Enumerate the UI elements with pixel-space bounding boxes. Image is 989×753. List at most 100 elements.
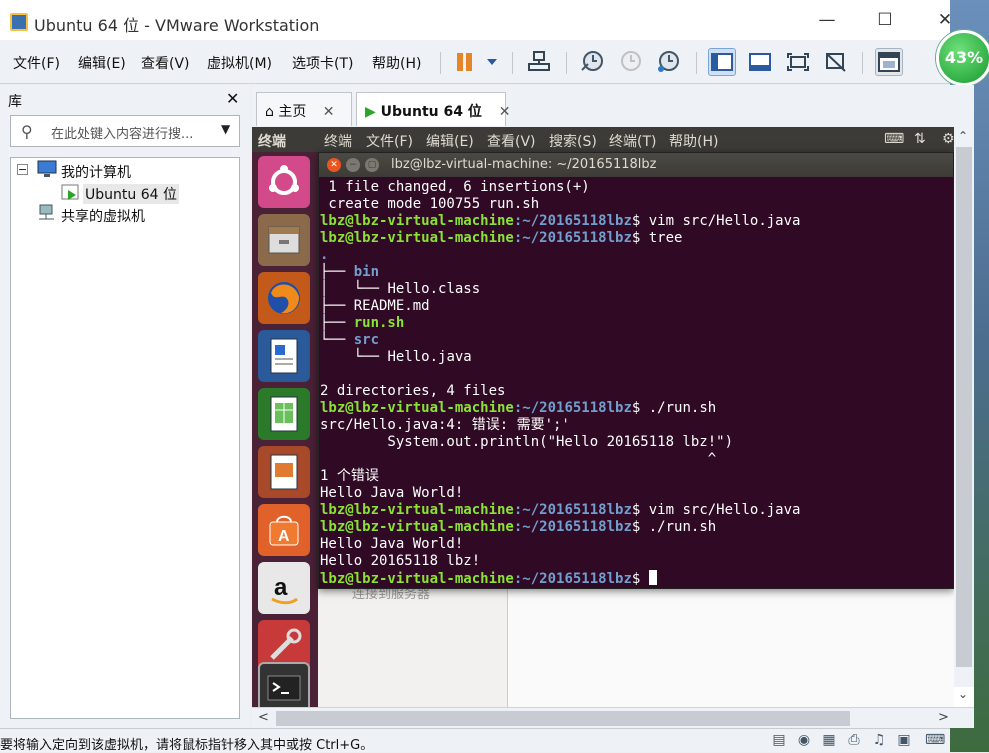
tree-item-my-computer[interactable]: 我的计算机	[61, 162, 131, 182]
impress-icon[interactable]	[258, 446, 310, 498]
snapshot-button[interactable]	[578, 48, 606, 76]
ubuntu-menu-terminal-t[interactable]: 终端(T)	[609, 131, 656, 151]
prompt-end: $	[631, 230, 649, 246]
sound-icon[interactable]: ♫	[870, 732, 888, 750]
unity-button[interactable]	[822, 48, 850, 76]
terminal-minimize-icon[interactable]: −	[346, 158, 360, 172]
firefox-icon[interactable]	[258, 272, 310, 324]
tree-item-ubuntu-vm[interactable]: Ubuntu 64 位	[83, 184, 179, 204]
minimize-button[interactable]: —	[815, 8, 839, 32]
prompt-user: lbz@lbz-virtual-machine	[320, 400, 514, 416]
scroll-right-icon[interactable]: >	[938, 710, 949, 725]
console-view-button[interactable]	[875, 48, 903, 76]
status-bar: 要将输入定向到该虚拟机，请将鼠标指针移入其中或按 Ctrl+G。 ▤ ◉ ▦ ⎙…	[0, 728, 950, 753]
menu-help[interactable]: 帮助(H)	[372, 53, 421, 73]
cd-drive-icon[interactable]: ◉	[795, 732, 813, 750]
horizontal-scrollbar[interactable]: < >	[252, 707, 974, 728]
ubuntu-menu-terminal[interactable]: 终端	[324, 131, 352, 151]
vertical-scroll-thumb[interactable]	[956, 147, 972, 667]
tab-ubuntu[interactable]: ▶ Ubuntu 64 位 ✕	[356, 92, 510, 126]
tree-line: └── Hello.java	[320, 349, 472, 365]
library-close-button[interactable]: ✕	[226, 89, 239, 108]
ubuntu-menu-help[interactable]: 帮助(H)	[669, 131, 718, 151]
network-icon	[528, 51, 550, 71]
send-ctrl-alt-del-button[interactable]	[525, 48, 553, 76]
home-icon: ⌂	[265, 104, 274, 120]
console-view-icon	[878, 52, 900, 72]
tree-line: │ └── Hello.class	[320, 281, 481, 297]
search-placeholder: 在此处键入内容进行搜...	[51, 127, 194, 142]
terminal-line: Hello 20165118 lbz!	[320, 553, 481, 569]
files-icon[interactable]	[258, 214, 310, 266]
ubuntu-top-panel: 终端 终端 文件(F) 编辑(E) 查看(V) 搜索(S) 终端(T) 帮助(H…	[252, 127, 974, 152]
toolbar-divider	[696, 52, 697, 74]
tab-home-close-icon[interactable]: ✕	[323, 104, 335, 120]
library-panel: 库 ✕ ⚲ 在此处键入内容进行搜... ▼ − 我的计算机 Ubuntu 64 …	[0, 85, 250, 728]
ubuntu-menu-search[interactable]: 搜索(S)	[549, 131, 597, 151]
tab-home[interactable]: ⌂ 主页 ✕	[256, 92, 352, 126]
fullscreen-button[interactable]	[784, 48, 812, 76]
vm-console[interactable]: 终端 终端 文件(F) 编辑(E) 查看(V) 搜索(S) 终端(T) 帮助(H…	[252, 127, 974, 707]
display-icon[interactable]: ▣	[895, 732, 913, 750]
hard-disk-icon[interactable]: ▤	[770, 732, 788, 750]
tree-line: ├── bin	[320, 264, 380, 280]
prompt-path: :~/20165118lbz	[513, 400, 632, 416]
scroll-down-icon[interactable]: ⌄	[958, 687, 968, 701]
network-adapter-icon[interactable]: ▦	[820, 732, 838, 750]
library-title: 库	[8, 94, 22, 110]
toolbar-divider	[862, 52, 863, 74]
command: vim src/Hello.java	[648, 213, 801, 229]
ime-icon[interactable]: ⌨	[925, 732, 945, 750]
terminal-maximize-icon[interactable]: ▢	[365, 158, 379, 172]
menu-edit[interactable]: 编辑(E)	[78, 53, 126, 73]
terminal-line: ^	[320, 451, 717, 467]
revert-snapshot-button[interactable]	[616, 48, 644, 76]
command: ./run.sh	[648, 519, 717, 535]
ubuntu-menu-view[interactable]: 查看(V)	[487, 131, 536, 151]
ubuntu-menu-file[interactable]: 文件(F)	[366, 131, 413, 151]
printer-icon[interactable]: ⎙	[845, 732, 863, 750]
library-layout-icon	[711, 53, 733, 71]
network-arrows-icon[interactable]: ⇅	[914, 131, 926, 147]
pause-button[interactable]	[452, 48, 500, 76]
menu-tabs[interactable]: 选项卡(T)	[292, 53, 353, 73]
command: vim src/Hello.java	[648, 502, 801, 518]
library-search-input[interactable]: ⚲ 在此处键入内容进行搜... ▼	[10, 115, 240, 147]
tree-line: └── src	[320, 332, 380, 348]
terminal-line: 1 个错误	[320, 468, 379, 484]
menu-view[interactable]: 查看(V)	[141, 53, 190, 73]
collapse-icon[interactable]: −	[17, 164, 28, 175]
tab-ubuntu-close-icon[interactable]: ✕	[499, 104, 511, 120]
maximize-button[interactable]: ☐	[873, 8, 897, 32]
terminal-prompt-line: lbz@lbz-virtual-machine:~/20165118lbz$	[320, 570, 953, 588]
menu-file[interactable]: 文件(F)	[13, 53, 60, 73]
thumbnail-bar-button[interactable]	[746, 48, 774, 76]
prompt-end: $	[631, 502, 649, 518]
scroll-left-icon[interactable]: <	[258, 710, 269, 725]
terminal-line: 2 directories, 4 files	[320, 383, 506, 399]
terminal-window[interactable]: ✕ − ▢ lbz@lbz-virtual-machine: ~/2016511…	[318, 152, 954, 589]
calc-icon[interactable]	[258, 388, 310, 440]
fullscreen-icon	[787, 53, 809, 71]
software-center-icon[interactable]: A	[258, 504, 310, 556]
chevron-down-icon[interactable]: ▼	[221, 122, 230, 136]
ubuntu-dash-icon[interactable]	[258, 156, 310, 208]
shared-vm-icon	[37, 204, 57, 226]
show-library-button[interactable]	[708, 48, 736, 76]
writer-icon[interactable]	[258, 330, 310, 382]
terminal-close-icon[interactable]: ✕	[327, 158, 341, 172]
power-gear-icon[interactable]: ⚙	[942, 131, 955, 147]
terminal-launcher-icon[interactable]	[258, 662, 310, 707]
tree-line: ├── README.md	[320, 298, 430, 314]
terminal-output[interactable]: 1 file changed, 6 insertions(+) create m…	[319, 179, 953, 589]
menu-vm[interactable]: 虚拟机(M)	[207, 53, 272, 73]
snapshot-manager-button[interactable]	[654, 48, 682, 76]
tree-item-shared-vms[interactable]: 共享的虚拟机	[61, 206, 145, 226]
keyboard-icon[interactable]: ⌨	[884, 131, 904, 147]
amazon-icon[interactable]: a	[258, 562, 310, 614]
horizontal-scroll-thumb[interactable]	[276, 711, 850, 726]
ubuntu-menu-edit[interactable]: 编辑(E)	[426, 131, 474, 151]
tree-file: README.md	[353, 298, 430, 314]
window-title: Ubuntu 64 位 - VMware Workstation	[34, 16, 320, 35]
scroll-up-icon[interactable]: ⌃	[958, 129, 968, 143]
